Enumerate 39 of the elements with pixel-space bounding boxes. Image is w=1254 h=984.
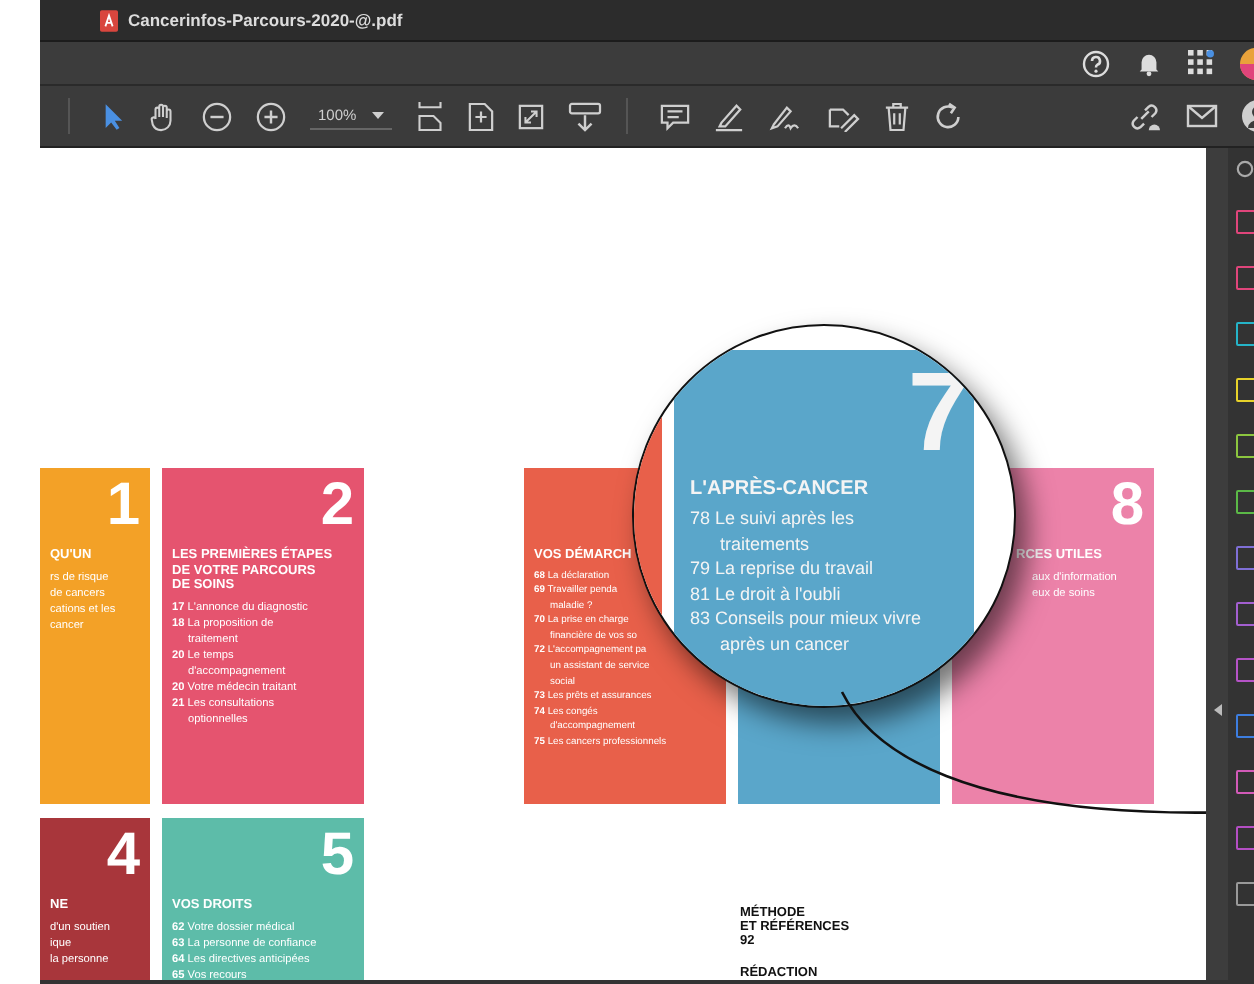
contents-entry: traitements	[718, 531, 812, 556]
chapter-number: 4	[106, 826, 140, 886]
hand-icon[interactable]	[148, 101, 178, 131]
tool-icon[interactable]	[1236, 490, 1254, 514]
scroll-mode-icon[interactable]	[568, 101, 603, 131]
zoom-in-icon[interactable]	[256, 101, 286, 131]
contents-entry: 81 Le droit à l'oubli	[690, 581, 843, 606]
highlighter-icon[interactable]	[714, 101, 745, 131]
zoom-out-icon[interactable]	[202, 101, 232, 131]
bell-icon[interactable]	[1136, 49, 1162, 77]
link-icon[interactable]	[1128, 101, 1162, 131]
full-screen-icon[interactable]	[518, 103, 545, 129]
chapter-title: L'APRÈS-CANCER	[690, 478, 871, 500]
chapter-number: 5	[320, 826, 354, 886]
chapter-number: 8	[1110, 476, 1144, 536]
pdf-file-icon	[100, 9, 118, 31]
rotate-icon[interactable]	[934, 101, 965, 131]
contents-entry: 83 Conseils pour mieux vivre	[690, 606, 924, 631]
tool-icon[interactable]	[1236, 322, 1254, 346]
contents-entry: 79 La reprise du travail	[690, 556, 876, 581]
collapse-arrow-icon[interactable]	[1214, 704, 1222, 716]
trash-icon[interactable]	[884, 101, 911, 131]
tool-icon[interactable]	[1236, 434, 1254, 458]
contents-entry: après un cancer	[718, 631, 852, 656]
contents-entry: 78 Le suivi après les	[690, 506, 857, 531]
fit-width-icon[interactable]	[468, 101, 495, 131]
tool-icon[interactable]	[1236, 770, 1254, 794]
chapter-number: 1	[106, 476, 140, 536]
fit-page-icon[interactable]	[416, 100, 445, 132]
window-title: Cancerinfos-Parcours-2020-@.pdf	[128, 10, 403, 30]
pen-signature-icon[interactable]	[768, 101, 803, 131]
tool-icon[interactable]	[1236, 882, 1254, 906]
chapter-number: 2	[320, 476, 354, 536]
help-icon[interactable]	[1082, 49, 1110, 77]
pointer-icon[interactable]	[102, 101, 124, 131]
comment-icon[interactable]	[660, 101, 691, 131]
mail-icon[interactable]	[1186, 104, 1218, 128]
apps-grid-icon[interactable]	[1188, 50, 1214, 76]
caret-icon	[372, 111, 385, 119]
